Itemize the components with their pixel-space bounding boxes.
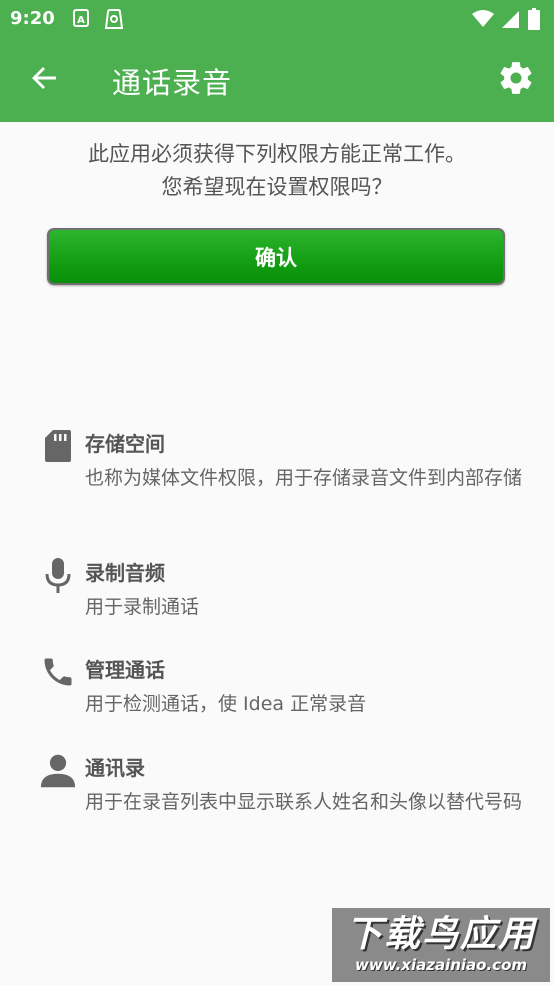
back-button[interactable] [22,58,66,102]
watermark: 下载鸟应用 www.xiazainiao.com [332,908,550,982]
app-bar: 通话录音 [0,38,554,122]
screen-record-icon [102,8,126,34]
watermark-url: www.xiazainiao.com [354,956,528,974]
permission-item-contacts: 通讯录 用于在录音列表中显示联系人姓名和头像以替代号码 [40,752,522,850]
status-icons-left: A [72,8,126,34]
wifi-icon [472,9,494,33]
permission-description: 用于检测通话，使 Idea 正常录音 [85,693,367,715]
permission-title: 录制音频 [85,561,165,585]
permission-title: 管理通话 [85,658,165,682]
permission-description: 也称为媒体文件权限，用于存储录音文件到内部存储 [85,467,523,489]
prompt-line-2: 您希望现在设置权限吗？ [161,175,393,199]
prompt-line-1: 此应用必须获得下列权限方能正常工作。 [88,142,466,166]
permission-description: 用于在录音列表中显示联系人姓名和头像以替代号码 [85,791,523,813]
permission-item-phone: 管理通话 用于检测通话，使 Idea 正常录音 [40,654,520,718]
signal-icon [502,9,520,33]
sd-card-icon [40,428,76,468]
settings-button[interactable] [494,58,538,102]
battery-icon [528,8,540,34]
permission-item-microphone: 录制音频 用于录制通话 [40,557,520,621]
permission-description: 用于录制通话 [85,596,200,618]
watermark-title: 下载鸟应用 [345,914,536,955]
font-icon: A [72,8,90,34]
confirm-button[interactable]: 确认 [47,228,505,285]
permission-title: 存储空间 [85,432,165,456]
gear-icon [497,59,535,101]
permission-title: 通讯录 [85,756,145,780]
person-icon [40,752,76,792]
svg-text:A: A [77,15,85,26]
microphone-icon [40,557,76,597]
status-icons-right [472,8,540,34]
phone-icon [40,654,76,694]
status-time: 9:20 [10,8,55,29]
page-title: 通话录音 [112,66,233,100]
arrow-left-icon [30,64,58,96]
permission-item-storage: 存储空间 也称为媒体文件权限，用于存储录音文件到内部存储 [40,428,522,523]
permission-prompt: 此应用必须获得下列权限方能正常工作。 您希望现在设置权限吗？ [0,138,554,204]
status-bar: 9:20 A [0,0,554,38]
